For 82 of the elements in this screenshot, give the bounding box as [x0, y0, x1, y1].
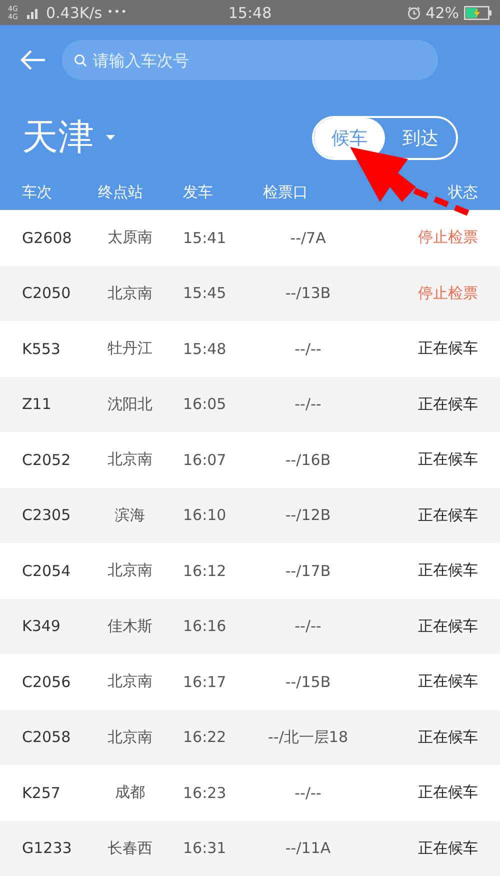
table-cell-text: --/--: [294, 784, 322, 802]
table-cell-text: 正在候车: [417, 506, 478, 525]
column-header: 发车: [183, 182, 214, 202]
table-cell-text: 正在候车: [417, 339, 478, 358]
table-cell-text: --/15B: [284, 672, 332, 691]
table-cell-text: 正在候车: [417, 838, 478, 858]
table-cell-text: C2058: [22, 728, 72, 746]
table-cell-text: 北京南: [106, 450, 154, 470]
back-arrow-icon[interactable]: [20, 50, 46, 70]
table-cell-text: 停止检票: [417, 284, 478, 303]
clock: 15:48: [228, 4, 272, 22]
search-bar[interactable]: 请输入车次号: [62, 40, 438, 80]
table-cell-text: 北京南: [106, 672, 154, 692]
battery-icon: [464, 6, 492, 20]
table-cell-text: --/北一层18: [267, 728, 349, 747]
table-cell-text: 正在候车: [417, 561, 478, 580]
table-cell-text: 长春西: [106, 838, 154, 858]
table-cell-text: 16:23: [183, 784, 228, 802]
table-cell-text: 16:16: [183, 617, 228, 636]
table-cell-text: --/7A: [289, 228, 327, 247]
table-cell-text: 正在候车: [417, 450, 478, 470]
table-cell-text: --/12B: [284, 506, 332, 524]
table-cell-text: --/11A: [284, 839, 332, 858]
table-cell-text: 15:45: [183, 284, 228, 302]
table-cell-text: 太原南: [106, 228, 154, 248]
table-cell-text: 停止检票: [417, 228, 478, 248]
table-cell-text: K349: [22, 617, 62, 636]
table-cell-text: 正在候车: [417, 394, 478, 414]
train-row[interactable]: Z11 沈阳北 16:05 --/-- 正在候车: [0, 376, 500, 432]
train-row[interactable]: G1233 长春西 16:31 --/11A 正在候车: [0, 820, 500, 876]
table-cell-text: 16:05: [183, 395, 228, 414]
table-cell-text: 滨海: [114, 506, 146, 525]
table-cell-text: 16:22: [183, 728, 228, 746]
train-row[interactable]: C2305 滨海 16:10 --/12B 正在候车: [0, 488, 500, 543]
table-cell-text: 沈阳北: [106, 394, 154, 414]
table-cell-text: 北京南: [106, 284, 154, 303]
column-header: 终点站: [98, 182, 144, 202]
table-cell-text: C2305: [22, 506, 72, 524]
table-cell-text: G2608: [22, 228, 73, 247]
table-cell-text: K553: [22, 340, 62, 358]
table-cell-text: 北京南: [106, 728, 154, 747]
more-dots: •••: [107, 7, 128, 18]
alarm-icon: [406, 6, 421, 20]
table-cell-text: 正在候车: [417, 616, 478, 636]
column-header: 车次: [22, 182, 53, 202]
table-cell-text: K257: [22, 784, 62, 802]
search-input[interactable]: 请输入车次号: [91, 50, 391, 70]
table-cell-text: 16:17: [183, 672, 228, 691]
table-cell-text: 15:41: [183, 228, 228, 247]
train-row[interactable]: K349 佳木斯 16:16 --/-- 正在候车: [0, 598, 500, 654]
train-row[interactable]: C2050 北京南 15:45 --/13B 停止检票: [0, 266, 500, 321]
table-cell-text: 16:12: [183, 562, 228, 580]
table-cell-text: 佳木斯: [106, 616, 154, 636]
table-cell-text: 16:31: [183, 839, 228, 858]
table-cell-text: C2054: [22, 562, 72, 580]
dropdown-caret-icon[interactable]: [106, 134, 115, 140]
table-cell-text: 16:07: [183, 450, 228, 469]
battery-percent: 42%: [426, 4, 459, 22]
table-cell-text: C2056: [22, 672, 72, 691]
table-cell-text: 16:10: [183, 506, 228, 524]
table-cell-text: --/--: [294, 395, 322, 414]
table-cell-text: 正在候车: [417, 783, 478, 802]
table-cell-text: 正在候车: [417, 728, 478, 747]
search-icon: [74, 54, 87, 66]
table-cell-text: C2050: [22, 284, 72, 302]
train-row[interactable]: C2058 北京南 16:22 --/北一层18 正在候车: [0, 710, 500, 765]
table-cell-text: 15:48: [183, 340, 228, 358]
table-cell-text: --/17B: [284, 562, 332, 580]
table-cell-text: 正在候车: [417, 672, 478, 692]
column-header: 状态: [446, 182, 478, 202]
column-header: 检票口: [263, 182, 309, 202]
table-cell-text: 牡丹江: [106, 339, 154, 358]
table-cell-text: C2052: [22, 450, 72, 469]
table-cell-text: --/--: [294, 617, 322, 636]
table-cell-text: Z11: [22, 395, 52, 414]
network-speed: 0.43K/s: [46, 4, 102, 22]
table-cell-text: G1233: [22, 839, 73, 858]
table-cell-text: --/16B: [284, 450, 332, 469]
table-cell-text: --/13B: [284, 284, 332, 302]
table-cell-text: --/--: [294, 340, 322, 358]
table-cell-text: 成都: [114, 783, 146, 802]
table-cell-text: 北京南: [106, 561, 154, 580]
